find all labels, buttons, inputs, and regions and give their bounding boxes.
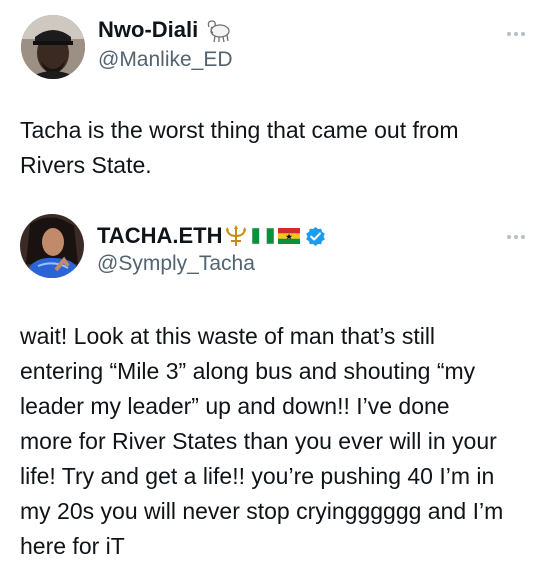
- ghana-flag-icon: [278, 228, 301, 244]
- tweet-text-line: entering “Mile 3” along bus and shouting…: [20, 358, 476, 384]
- author-name[interactable]: Nwo-Diali: [98, 17, 198, 43]
- avatar[interactable]: [20, 214, 84, 278]
- more-options-button[interactable]: [507, 235, 525, 239]
- tweet-text-line: more for River States than you ever will…: [20, 428, 497, 454]
- ram-icon: [204, 17, 232, 43]
- tweet-text-line: here for iT: [20, 533, 125, 559]
- tweet-text: wait! Look at this waste of man that’s s…: [20, 319, 529, 564]
- author-name[interactable]: TACHA.ETH: [97, 223, 222, 249]
- nigeria-flag-icon: [252, 227, 275, 245]
- author-handle[interactable]: @Manlike_ED: [98, 48, 233, 72]
- tweet-text-line: my 20s you will never stop cryingggggg a…: [20, 498, 504, 524]
- more-dot: [514, 32, 518, 36]
- more-dot: [507, 235, 511, 239]
- tweet-text-line: life! Try and get a life!! you’re pushin…: [20, 463, 495, 489]
- more-dot: [507, 32, 511, 36]
- avatar[interactable]: [21, 15, 85, 79]
- tweet-text-line: wait! Look at this waste of man that’s s…: [20, 323, 436, 349]
- tweet-text: Tacha is the worst thing that came out f…: [20, 117, 459, 178]
- tweet-text-line: leader my leader” up and down!! I’ve don…: [20, 393, 450, 419]
- tweet-1: Nwo-Diali @Manlike_ED Tacha is the worst…: [0, 0, 547, 200]
- author-name-row: TACHA.ETH: [97, 222, 326, 250]
- more-options-button[interactable]: [507, 32, 525, 36]
- more-dot: [514, 235, 518, 239]
- author-handle[interactable]: @Symply_Tacha: [97, 252, 255, 276]
- verified-badge-icon: [305, 226, 326, 247]
- author-name-row: Nwo-Diali: [98, 16, 232, 44]
- more-dot: [521, 32, 525, 36]
- more-dot: [521, 235, 525, 239]
- trident-icon: [224, 224, 248, 248]
- tweet-2: TACHA.ETH @Symply_Tacha wait! Look at th…: [0, 200, 547, 559]
